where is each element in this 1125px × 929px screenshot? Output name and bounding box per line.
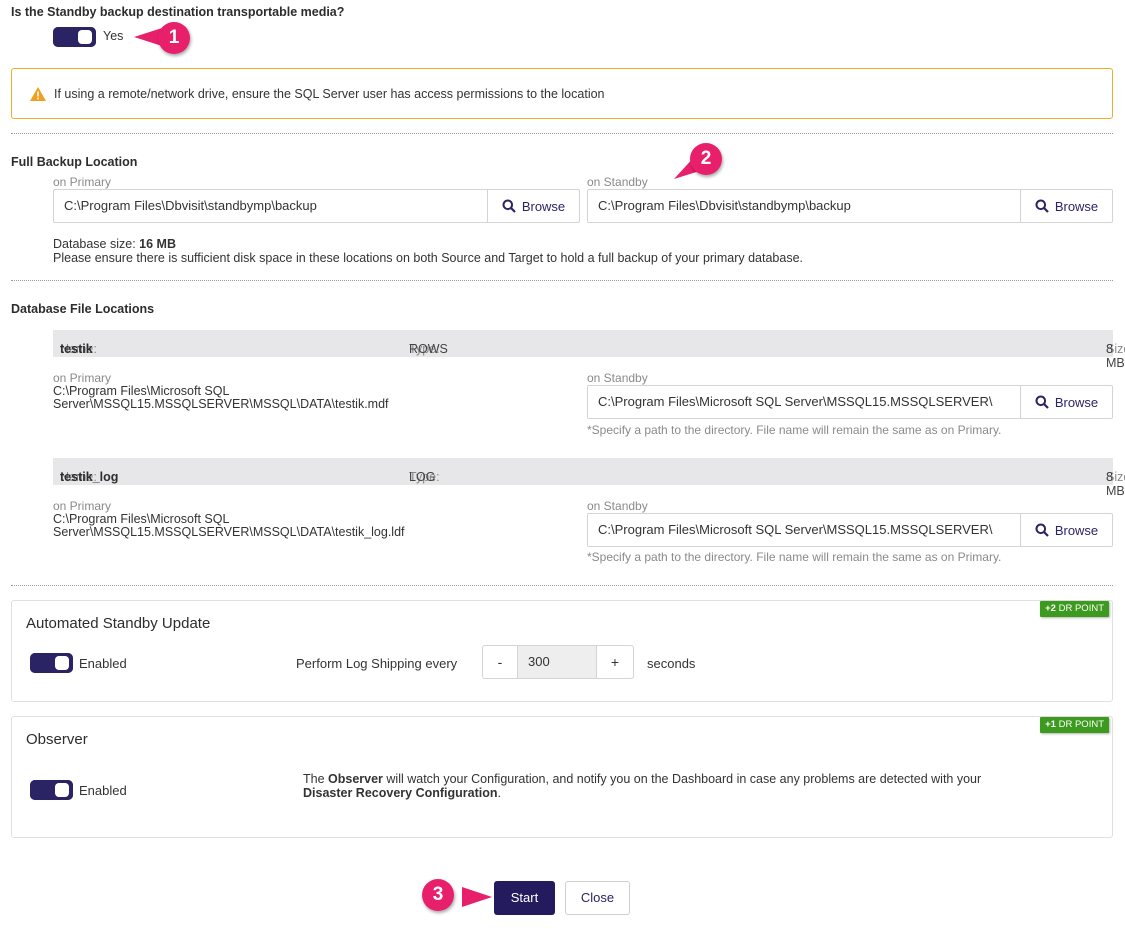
callout-number-1: 1	[158, 22, 190, 54]
observer-desc-text: will watch your Configuration, and notif…	[382, 772, 982, 786]
close-button[interactable]: Close	[565, 881, 630, 915]
file-standby-browse-button[interactable]: Browse	[1020, 514, 1112, 546]
file-header-row: Name: testik Type: ROWS Size: 8 MB	[53, 330, 1125, 370]
file-primary-label: on Primary	[53, 499, 112, 513]
interval-input[interactable]: 300	[517, 646, 597, 678]
decrement-button[interactable]: -	[483, 646, 517, 678]
file-standby-hint: *Specify a path to the directory. File n…	[587, 550, 1002, 564]
badge-text: DR POINT	[1058, 719, 1104, 730]
full-backup-primary-browse-button[interactable]: Browse	[487, 190, 579, 222]
dr-point-badge: +2 DR POINT	[1040, 601, 1109, 617]
full-backup-primary-input[interactable]: C:\Program Files\Dbvisit\standbymp\backu…	[54, 190, 487, 222]
transportable-question: Is the Standby backup destination transp…	[11, 5, 345, 19]
badge-value: +1	[1045, 719, 1056, 730]
file-type: ROWS	[409, 342, 448, 356]
divider	[11, 280, 1113, 281]
observer-panel: +1 DR POINT Observer Enabled The Observe…	[11, 716, 1113, 838]
automated-update-toggle[interactable]	[30, 653, 73, 673]
file-name: testik_log	[60, 470, 119, 484]
file-standby-label: on Standby	[587, 499, 648, 513]
browse-label: Browse	[521, 198, 566, 214]
file-size: 8 MB	[1106, 470, 1125, 498]
file-standby-browse-button[interactable]: Browse	[1020, 386, 1112, 418]
full-backup-standby-browse-button[interactable]: Browse	[1020, 190, 1112, 222]
disk-space-note: Please ensure there is sufficient disk s…	[53, 251, 803, 265]
increment-button[interactable]: +	[597, 646, 633, 678]
file-header-row: Name: testik_log Type: LOG Size: 8 MB	[53, 458, 1125, 498]
database-size: Database size: 16 MB	[53, 237, 176, 251]
full-backup-standby-input[interactable]: C:\Program Files\Dbvisit\standbymp\backu…	[588, 190, 1020, 222]
full-backup-standby-group: C:\Program Files\Dbvisit\standbymp\backu…	[587, 189, 1113, 223]
observer-desc-strong: Observer	[328, 772, 383, 786]
file-standby-input[interactable]: C:\Program Files\Microsoft SQL Server\MS…	[588, 386, 1020, 418]
divider	[11, 133, 1113, 134]
file-type: LOG	[409, 470, 436, 484]
dr-point-badge: +1 DR POINT	[1040, 717, 1109, 733]
full-backup-primary-group: C:\Program Files\Dbvisit\standbymp\backu…	[53, 189, 580, 223]
full-backup-title: Full Backup Location	[11, 155, 138, 169]
callout-number-3: 3	[422, 879, 454, 911]
file-standby-group: C:\Program Files\Microsoft SQL Server\MS…	[587, 513, 1113, 547]
file-primary-path: C:\Program Files\Microsoft SQL Server\MS…	[53, 513, 405, 539]
database-size-label: Database size:	[53, 237, 136, 251]
interval-stepper: - 300 +	[482, 645, 634, 679]
full-backup-primary-label: on Primary	[53, 175, 112, 189]
transportable-toggle[interactable]	[53, 27, 96, 47]
warning-icon	[30, 87, 46, 101]
file-standby-label: on Standby	[587, 371, 648, 385]
browse-label: Browse	[1054, 522, 1099, 538]
log-shipping-label: Perform Log Shipping every	[296, 656, 458, 671]
file-primary-path-line2: Server\MSSQL15.MSSQLSERVER\MSSQL\DATA\te…	[53, 525, 405, 539]
callout-marker-3: 3	[422, 878, 494, 914]
file-primary-path-line2: Server\MSSQL15.MSSQLSERVER\MSSQL\DATA\te…	[53, 397, 389, 411]
badge-value: +2	[1045, 603, 1056, 614]
automated-update-toggle-label: Enabled	[79, 656, 127, 671]
transportable-toggle-label: Yes	[103, 29, 124, 43]
observer-desc-strong: Disaster Recovery Configuration	[303, 786, 498, 800]
search-icon	[502, 199, 516, 213]
observer-desc-text: .	[497, 786, 501, 800]
browse-label: Browse	[1054, 394, 1099, 410]
browse-label: Browse	[1054, 198, 1099, 214]
search-icon	[1035, 523, 1049, 537]
automated-update-panel: +2 DR POINT Automated Standby Update Ena…	[11, 600, 1113, 702]
search-icon	[1035, 199, 1049, 213]
callout-marker-2: 2	[672, 143, 732, 183]
observer-toggle-label: Enabled	[79, 783, 127, 798]
interval-unit: seconds	[647, 656, 696, 671]
file-primary-path: C:\Program Files\Microsoft SQL Server\MS…	[53, 385, 389, 411]
observer-toggle[interactable]	[30, 780, 73, 800]
file-primary-label: on Primary	[53, 371, 112, 385]
start-button[interactable]: Start	[494, 881, 555, 915]
callout-number-2: 2	[690, 143, 722, 175]
callout-marker-1: 1	[132, 22, 202, 58]
database-size-value: 16 MB	[139, 237, 176, 251]
search-icon	[1035, 395, 1049, 409]
file-standby-group: C:\Program Files\Microsoft SQL Server\MS…	[587, 385, 1113, 419]
file-name: testik	[60, 342, 93, 356]
file-standby-input[interactable]: C:\Program Files\Microsoft SQL Server\MS…	[588, 514, 1020, 546]
full-backup-standby-label: on Standby	[587, 175, 648, 189]
db-files-title: Database File Locations	[11, 302, 155, 316]
observer-description: The Observer will watch your Configurati…	[303, 772, 1093, 800]
observer-desc-text: The	[303, 772, 329, 786]
badge-text: DR POINT	[1058, 603, 1104, 614]
automated-update-title: Automated Standby Update	[26, 615, 211, 632]
divider	[11, 585, 1113, 586]
warning-text: If using a remote/network drive, ensure …	[54, 87, 605, 101]
file-size: 8 MB	[1106, 342, 1125, 370]
observer-title: Observer	[26, 731, 88, 748]
warning-box: If using a remote/network drive, ensure …	[11, 68, 1113, 119]
file-standby-hint: *Specify a path to the directory. File n…	[587, 423, 1002, 437]
